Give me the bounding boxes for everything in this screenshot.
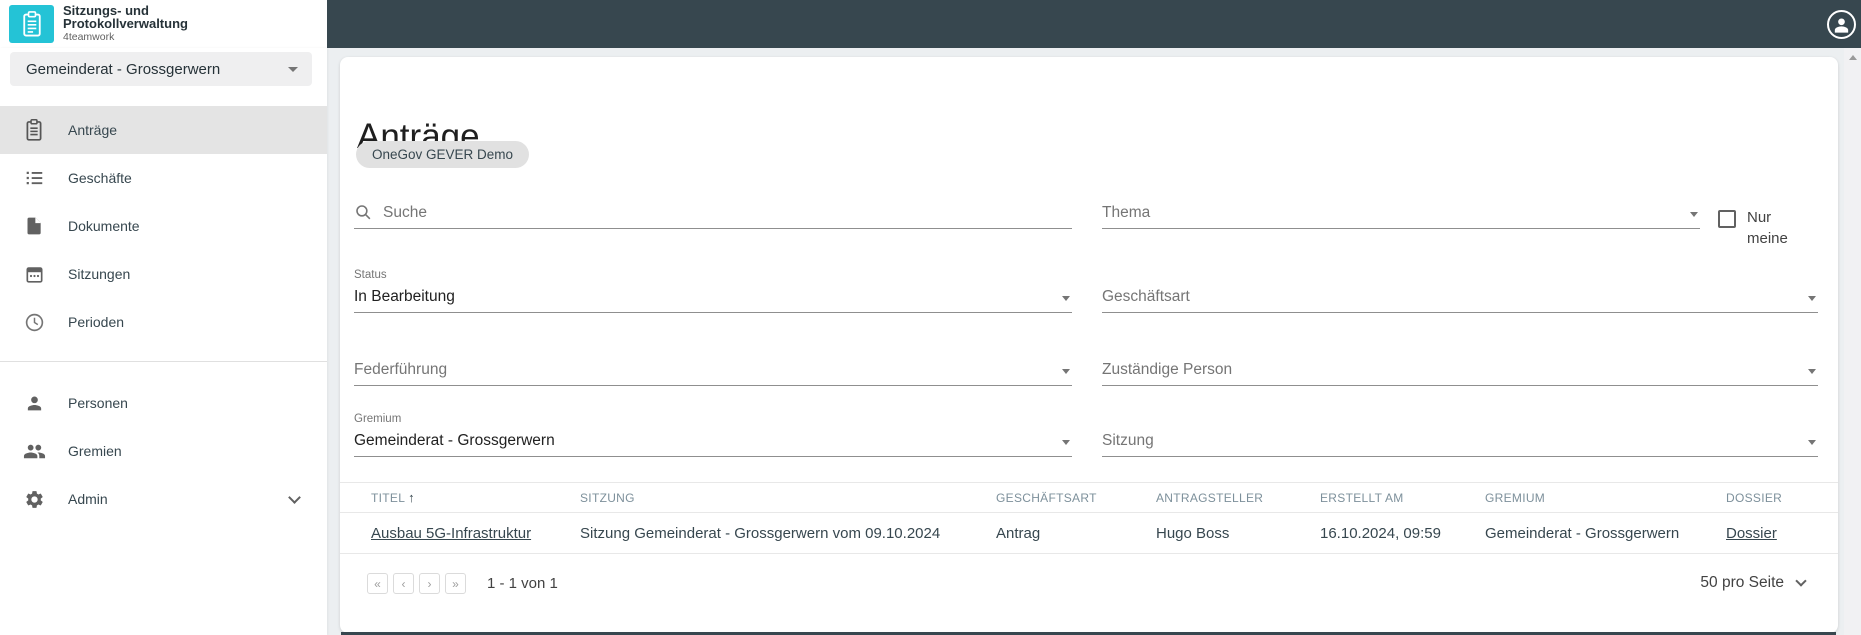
thema-dropdown[interactable]: Thema [1102,197,1700,229]
gremium-cell: Gemeinderat - Grossgerwern [1485,524,1680,542]
app-vendor: 4teamwork [63,31,115,43]
chevron-down-icon [288,66,298,72]
antraege-table: TITEL ↑ SITZUNG GESCHÄFTSART ANTRAGSTELLE… [340,482,1838,554]
gremium-value: Gemeinderat - Grossgerwern [354,432,555,449]
per-page-value: 50 pro Seite [1700,574,1784,591]
zustaendige-person-dropdown[interactable]: Zuständige Person [1102,354,1818,386]
list-icon [22,166,46,190]
dropdown-arrow-icon [1808,296,1816,301]
column-header-dossier[interactable]: DOSSIER [1726,491,1818,505]
nur-meine-checkbox-group[interactable]: Nur meine [1718,207,1795,249]
sidebar-item-personen[interactable]: Personen [0,379,327,427]
body-selector-dropdown[interactable]: Gemeinderat - Grossgerwern [10,52,312,86]
sidebar-item-label: Sitzungen [68,266,131,282]
app-header: Sitzungs- und Protokollverwaltung 4teamw… [0,0,327,48]
people-icon [22,439,46,463]
sidebar-item-label: Geschäfte [68,170,132,186]
status-label: Status [354,269,387,281]
status-dropdown[interactable]: Status In Bearbeitung [354,269,1072,313]
previous-page-button[interactable]: ‹ [393,573,414,594]
per-page-select[interactable]: 50 pro Seite [1700,574,1807,592]
dropdown-arrow-icon [1808,440,1816,445]
sitzung-cell: Sitzung Gemeinderat - Grossgerwern vom 0… [580,524,941,542]
sidebar-item-label: Admin [68,491,108,507]
last-page-button[interactable]: » [445,573,466,594]
antraege-panel: Anträge OneGov GEVER Demo Thema Nur mein… [340,57,1838,633]
body-selector-value: Gemeinderat - Grossgerwern [26,60,221,78]
sitzung-dropdown[interactable]: Sitzung [1102,425,1818,457]
status-value: In Bearbeitung [354,288,455,305]
search-input[interactable] [383,203,1072,222]
gear-icon [22,487,46,511]
titel-link[interactable]: Ausbau 5G-Infrastruktur [371,525,580,542]
table-header-row: TITEL ↑ SITZUNG GESCHÄFTSART ANTRAGSTELLE… [340,482,1838,513]
antragsteller-cell: Hugo Boss [1156,524,1230,542]
paginator: « ‹ › » 1 - 1 von 1 [367,573,558,594]
gremium-dropdown[interactable]: Gremium Gemeinderat - Grossgerwern [354,413,1072,457]
document-icon [22,214,46,238]
dossier-link[interactable]: Dossier [1726,525,1818,542]
nur-meine-checkbox[interactable] [1718,210,1736,228]
sidebar-item-geschaefte[interactable]: Geschäfte [0,154,327,202]
sidebar-item-label: Dokumente [68,218,140,234]
sitzung-placeholder: Sitzung [1102,432,1154,449]
next-page-button[interactable]: › [419,573,440,594]
column-header-antragsteller[interactable]: ANTRAGSTELLER [1156,491,1320,505]
calendar-icon [22,262,46,286]
geschaeftsart-placeholder: Geschäftsart [1102,288,1190,305]
geschaeftsart-cell: Antrag [996,524,1041,542]
first-page-button[interactable]: « [367,573,388,594]
sidebar-item-label: Gremien [68,443,122,459]
dropdown-arrow-icon [1062,369,1070,374]
scroll-up-arrow-icon[interactable] [1848,55,1857,60]
app-logo-clipboard-icon [9,5,54,43]
chevron-down-icon [288,491,301,504]
clipboard-icon [22,118,46,142]
column-header-sitzung[interactable]: SITZUNG [580,491,996,505]
column-header-gremium[interactable]: GREMIUM [1485,491,1726,505]
zustaendige-person-placeholder: Zuständige Person [1102,361,1233,378]
sidebar-divider [0,361,327,362]
sidebar: Gemeinderat - Grossgerwern Anträge Gesch… [0,48,327,635]
sidebar-item-antraege[interactable]: Anträge [0,106,327,154]
federfuehrung-placeholder: Federführung [354,361,448,378]
sidebar-item-dokumente[interactable]: Dokumente [0,202,327,250]
sidebar-item-perioden[interactable]: Perioden [0,298,327,346]
geschaeftsart-dropdown[interactable]: Geschäftsart [1102,281,1818,313]
column-header-erstellt-am[interactable]: ERSTELLT AM [1320,491,1485,505]
dropdown-arrow-icon [1808,369,1816,374]
chevron-down-icon [1795,575,1807,587]
app-window: Sitzungs- und Protokollverwaltung 4teamw… [0,0,1861,635]
app-title-line2: Protokollverwaltung [63,16,188,31]
clock-icon [22,310,46,334]
sidebar-item-label: Anträge [68,122,118,138]
column-header-titel[interactable]: TITEL ↑ [371,490,580,505]
vertical-scrollbar[interactable] [1844,48,1861,635]
table-row: Ausbau 5G-Infrastruktur Sitzung Gemeinde… [340,513,1838,554]
erstellt-am-cell: 16.10.2024, 09:59 [1320,524,1441,542]
search-icon [354,203,373,222]
dropdown-arrow-icon [1690,212,1698,217]
thema-placeholder: Thema [1102,204,1151,221]
dropdown-arrow-icon [1062,440,1070,445]
user-avatar-icon [1829,12,1854,37]
sidebar-item-label: Personen [68,395,128,411]
user-avatar-button[interactable] [1827,10,1856,39]
search-field[interactable] [354,197,1072,229]
demo-chip: OneGov GEVER Demo [356,141,530,168]
pagination-range: 1 - 1 von 1 [487,575,558,592]
column-header-geschaeftsart[interactable]: GESCHÄFTSART [996,491,1156,505]
gremium-label: Gremium [354,413,402,425]
sidebar-item-sitzungen[interactable]: Sitzungen [0,250,327,298]
sidebar-item-label: Perioden [68,314,125,330]
federfuehrung-dropdown[interactable]: Federführung [354,354,1072,386]
dropdown-arrow-icon [1062,296,1070,301]
sidebar-item-gremien[interactable]: Gremien [0,427,327,475]
person-icon [22,391,46,415]
sort-ascending-icon: ↑ [408,490,415,505]
nur-meine-label: Nur meine [1747,209,1788,247]
sidebar-item-admin[interactable]: Admin [0,475,327,523]
